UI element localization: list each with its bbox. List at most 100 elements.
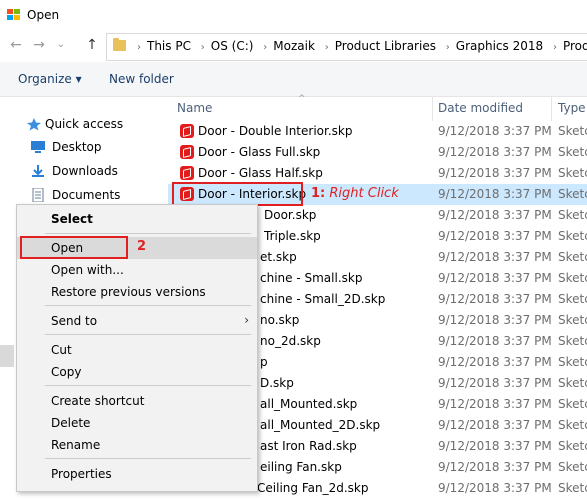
file-row[interactable]: Door - Glass Full.skp 9/12/2018 3:37 PM … xyxy=(168,142,587,163)
file-date: 9/12/2018 3:37 PM xyxy=(438,439,552,453)
menu-divider xyxy=(45,334,251,335)
file-date: 9/12/2018 3:37 PM xyxy=(438,124,552,138)
chevron-right-icon: › xyxy=(445,42,450,53)
chevron-right-icon: › xyxy=(244,313,249,327)
file-row[interactable]: Door - Double Interior.skp 9/12/2018 3:3… xyxy=(168,121,587,142)
breadcrumb-item[interactable]: Product Libraries xyxy=(335,39,436,53)
nav-pane-selection-marker xyxy=(0,345,14,367)
menu-item-create-shortcut[interactable]: Create shortcut xyxy=(17,390,257,412)
menu-item-properties[interactable]: Properties xyxy=(17,463,257,485)
new-folder-button[interactable]: New folder xyxy=(109,72,174,86)
desktop-icon xyxy=(31,141,45,153)
chevron-right-icon: › xyxy=(324,42,329,53)
menu-item-restore-previous-versions[interactable]: Restore previous versions xyxy=(17,281,257,303)
context-menu: Select Open Open with... Restore previou… xyxy=(16,204,258,492)
menu-item-select[interactable]: Select xyxy=(17,208,257,230)
file-type: Sketc xyxy=(558,397,587,411)
file-name: eiling Fan.skp xyxy=(260,460,342,474)
file-date: 9/12/2018 3:37 PM xyxy=(438,334,552,348)
sketchup-file-icon xyxy=(180,166,194,180)
menu-item-label: Open with... xyxy=(51,263,124,277)
chevron-right-icon: › xyxy=(552,42,557,53)
file-row[interactable]: Door - Glass Half.skp 9/12/2018 3:37 PM … xyxy=(168,163,587,184)
file-type: Sketc xyxy=(558,418,587,432)
breadcrumb-item[interactable]: Products xyxy=(563,39,587,53)
menu-item-rename[interactable]: Rename xyxy=(17,434,257,456)
sidebar-item-label: Documents xyxy=(52,188,121,202)
download-icon xyxy=(32,165,44,177)
file-date: 9/12/2018 3:37 PM xyxy=(438,376,552,390)
address-bar[interactable]: › This PC › OS (C:) › Mozaik › Product Libra… xyxy=(106,33,587,61)
file-date: 9/12/2018 3:37 PM xyxy=(438,397,552,411)
breadcrumb-item[interactable]: OS (C:) xyxy=(211,39,254,53)
menu-item-send-to[interactable]: Send to › xyxy=(17,310,257,332)
menu-item-label: Create shortcut xyxy=(51,394,145,408)
menu-item-delete[interactable]: Delete xyxy=(17,412,257,434)
file-type: Sketc xyxy=(558,271,587,285)
menu-item-cut[interactable]: Cut xyxy=(17,339,257,361)
column-header-name[interactable]: Name xyxy=(177,101,212,115)
annotation-right-click: 1: Right Click xyxy=(311,186,399,201)
column-divider[interactable] xyxy=(432,97,433,121)
app-icon xyxy=(7,9,20,20)
file-name: chine - Small_2D.skp xyxy=(260,292,386,306)
file-name: D.skp xyxy=(260,376,294,390)
breadcrumb-item[interactable]: This PC xyxy=(147,39,191,53)
file-date: 9/12/2018 3:37 PM xyxy=(438,313,552,327)
file-type: Sketc xyxy=(558,250,587,264)
file-type: Sketc xyxy=(558,460,587,474)
document-icon xyxy=(32,188,44,202)
menu-item-label: Properties xyxy=(51,467,112,481)
chevron-right-icon: › xyxy=(200,42,205,53)
menu-item-label: Delete xyxy=(51,416,91,430)
folder-icon xyxy=(113,38,126,51)
menu-item-label: Send to xyxy=(51,314,98,328)
file-name: no.skp xyxy=(260,313,300,327)
menu-item-open-with[interactable]: Open with... xyxy=(17,259,257,281)
breadcrumb-item[interactable]: Mozaik xyxy=(273,39,315,53)
column-header-type[interactable]: Type xyxy=(558,101,586,115)
file-type: Sketc xyxy=(558,313,587,327)
file-name: et.skp xyxy=(260,250,297,264)
forward-arrow-icon[interactable]: → xyxy=(31,37,47,53)
file-date: 9/12/2018 3:37 PM xyxy=(438,145,552,159)
file-type: Sketc xyxy=(558,376,587,390)
breadcrumb-item[interactable]: Graphics 2018 xyxy=(456,39,543,53)
menu-divider xyxy=(45,385,251,386)
sort-ascending-icon: ^ xyxy=(298,94,306,104)
annotation-highlight-box xyxy=(172,182,303,206)
file-date: 9/12/2018 3:37 PM xyxy=(438,187,552,201)
menu-divider xyxy=(45,305,251,306)
file-type: Sketc xyxy=(558,334,587,348)
navigation-bar: ← → ⌄ ↑ › This PC › OS (C:) › Mozaik › Produ… xyxy=(0,30,587,62)
file-date: 9/12/2018 3:37 PM xyxy=(438,229,552,243)
up-arrow-icon[interactable]: ↑ xyxy=(84,37,100,53)
menu-item-label: Copy xyxy=(51,365,82,379)
star-icon xyxy=(27,118,41,131)
file-date: 9/12/2018 3:37 PM xyxy=(438,460,552,474)
column-divider[interactable] xyxy=(551,97,552,121)
recent-locations-chevron-icon[interactable]: ⌄ xyxy=(53,37,69,53)
sidebar-item-label: Downloads xyxy=(52,164,118,178)
file-type: Sketc xyxy=(558,229,587,243)
menu-item-label: Restore previous versions xyxy=(51,285,206,299)
organize-button[interactable]: Organize ▾ xyxy=(18,72,82,86)
file-type: Sketc xyxy=(558,145,587,159)
back-arrow-icon[interactable]: ← xyxy=(8,37,24,53)
chevron-right-icon: › xyxy=(263,42,268,53)
file-name: chine - Small.skp xyxy=(260,271,363,285)
file-type: Sketc xyxy=(558,292,587,306)
annotation-step-text: Right Click xyxy=(329,186,399,201)
file-name: Triple.skp xyxy=(264,229,321,243)
file-type: Sketc xyxy=(558,439,587,453)
sidebar-item-label: Quick access xyxy=(45,117,124,131)
file-date: 9/12/2018 3:37 PM xyxy=(438,355,552,369)
annotation-step-number: 1: xyxy=(311,186,326,201)
file-name: no_2d.skp xyxy=(260,334,321,348)
column-header-date-modified[interactable]: Date modified xyxy=(438,101,523,115)
menu-item-copy[interactable]: Copy xyxy=(17,361,257,383)
annotation-step-number: 2 xyxy=(137,239,147,254)
file-name: Door - Glass Full.skp xyxy=(198,145,321,159)
menu-item-label: Rename xyxy=(51,438,101,452)
command-bar: Organize ▾ New folder xyxy=(0,62,587,97)
